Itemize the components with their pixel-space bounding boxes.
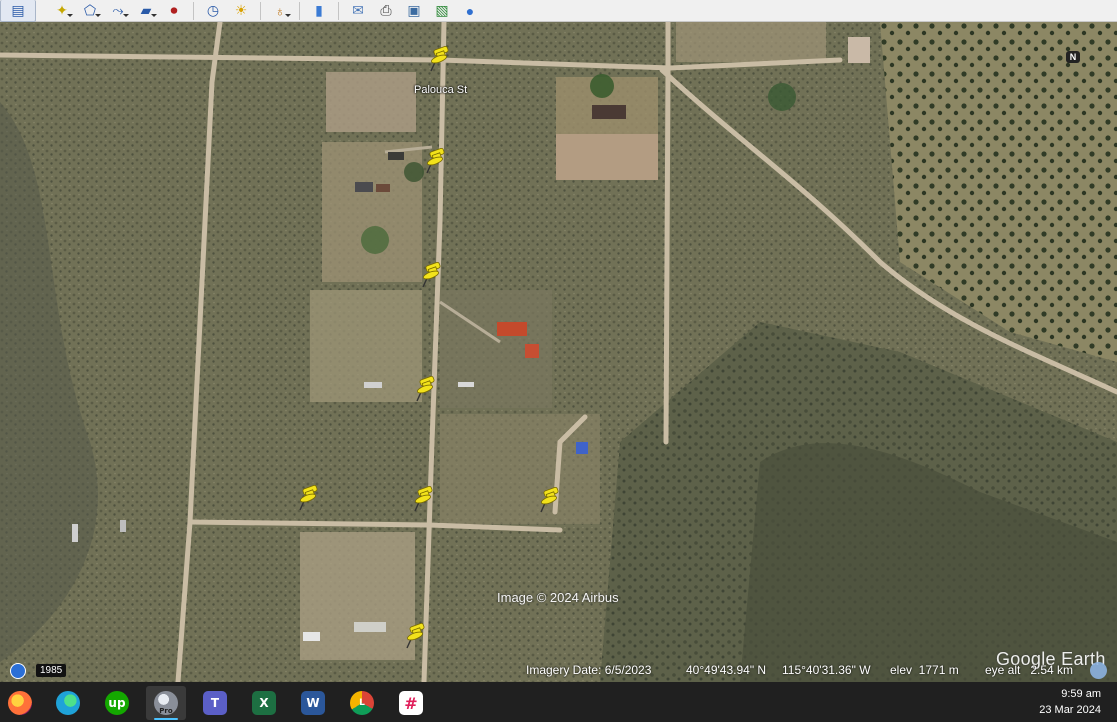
longitude-readout: 115°40'31.36" W: [782, 663, 871, 677]
toolbar-divider: [299, 1, 300, 20]
placemark-pin-icon[interactable]: [430, 45, 452, 72]
sidebar-icon: ▤: [11, 1, 25, 18]
imagery-attribution: Image © 2024 Airbus: [497, 590, 619, 605]
add-placemark-button[interactable]: ✦: [50, 1, 74, 21]
windows-taskbar: up Pro T X W L # 9:59 am 23 Mar 2024: [0, 682, 1117, 722]
placemark-pin-icon[interactable]: [540, 486, 562, 513]
firefox-icon: [8, 691, 32, 715]
printer-icon: ⎙: [380, 2, 392, 18]
excel-icon: X: [252, 691, 276, 715]
google-earth-globe-button[interactable]: ●: [458, 1, 482, 21]
elevation-readout: elev 1771 m: [890, 663, 959, 677]
north-compass-button[interactable]: N: [1066, 51, 1080, 63]
add-polygon-button[interactable]: ⬠: [78, 1, 102, 21]
clock-date: 23 Mar 2024: [1039, 704, 1101, 716]
imagery-year-badge: 1985: [36, 664, 67, 677]
email-button[interactable]: ✉: [346, 1, 370, 21]
sun-icon: ☀: [234, 2, 248, 18]
satellite-imagery: [0, 22, 1117, 682]
active-indicator: [154, 718, 178, 720]
ruler-button[interactable]: ▮: [307, 1, 331, 21]
add-overlay-button[interactable]: ▰: [134, 1, 158, 21]
taskbar-teams[interactable]: T: [195, 686, 235, 720]
ruler-icon: ▮: [315, 2, 323, 18]
system-clock[interactable]: 9:59 am 23 Mar 2024: [1039, 686, 1101, 718]
planet-icon: ♁: [274, 2, 286, 19]
clock-icon: ◷: [206, 2, 220, 18]
placemark-pin-icon[interactable]: [416, 375, 438, 402]
taskbar-word[interactable]: W: [293, 686, 333, 720]
eye-altitude-readout: eye alt 2.54 km: [985, 663, 1074, 677]
sidebar-toggle-button[interactable]: ▤: [0, 0, 36, 22]
taskbar-slack[interactable]: #: [391, 686, 431, 720]
view-in-maps-button[interactable]: ▧: [430, 1, 454, 21]
save-image-button[interactable]: ▣: [402, 1, 426, 21]
taskbar-google-earth-pro[interactable]: Pro: [146, 686, 186, 720]
chrome-icon: L: [350, 691, 374, 715]
record-tour-button[interactable]: ⏺: [162, 1, 186, 21]
placemark-pin-icon[interactable]: [422, 261, 444, 288]
historical-clock-icon[interactable]: [10, 663, 26, 679]
globe-icon: ●: [465, 2, 475, 19]
map-viewport[interactable]: N Palouca St Image © 2024 Airbus Google …: [0, 22, 1117, 682]
polygon-icon: ⬠: [83, 2, 97, 18]
latitude-readout: 40°49'43.94" N: [686, 663, 767, 677]
record-tour-icon: ⏺: [170, 2, 178, 18]
placemark-pin-icon[interactable]: [414, 485, 436, 512]
globe-icon[interactable]: [1090, 662, 1107, 679]
toolbar-divider: [193, 1, 194, 20]
taskbar-edge[interactable]: [48, 686, 88, 720]
placemark-pin-icon[interactable]: [406, 622, 428, 649]
slack-icon: #: [399, 691, 423, 715]
clock-time: 9:59 am: [1061, 688, 1101, 700]
placemark-pin-icon[interactable]: [426, 147, 448, 174]
map-image-icon: ▧: [435, 2, 449, 18]
taskbar-excel[interactable]: X: [244, 686, 284, 720]
street-label: Palouca St: [414, 84, 468, 96]
taskbar-upwork[interactable]: up: [97, 686, 137, 720]
save-image-icon: ▣: [407, 2, 421, 18]
upwork-icon: up: [105, 691, 129, 715]
status-bar: 1985 Imagery Date: 6/5/2023 40°49'43.94"…: [0, 660, 1117, 682]
placemark-star-icon: ✦: [56, 2, 68, 18]
print-button[interactable]: ⎙: [374, 1, 398, 21]
toolbar-divider: [260, 1, 261, 20]
sunlight-button[interactable]: ☀: [229, 1, 253, 21]
taskbar-chrome[interactable]: L: [342, 686, 382, 720]
historical-imagery-button[interactable]: ◷: [201, 1, 225, 21]
envelope-icon: ✉: [352, 2, 364, 18]
edge-icon: [56, 691, 80, 715]
toolbar: ▤ ✦ ⬠ ⤳ ▰ ⏺ ◷ ☀ ♁ ▮ ✉ ⎙ ▣ ▧ ●: [0, 0, 1117, 22]
taskbar-firefox[interactable]: [0, 686, 40, 720]
imagery-date: Imagery Date: 6/5/2023: [526, 663, 652, 677]
google-earth-pro-icon: Pro: [154, 691, 178, 715]
placemark-pin-icon[interactable]: [299, 484, 321, 511]
switch-sky-button[interactable]: ♁: [268, 1, 292, 21]
add-path-button[interactable]: ⤳: [106, 1, 130, 21]
path-icon: ⤳: [112, 2, 124, 18]
teams-icon: T: [203, 691, 227, 715]
word-icon: W: [301, 691, 325, 715]
toolbar-divider: [338, 1, 339, 20]
image-overlay-icon: ▰: [140, 2, 152, 18]
